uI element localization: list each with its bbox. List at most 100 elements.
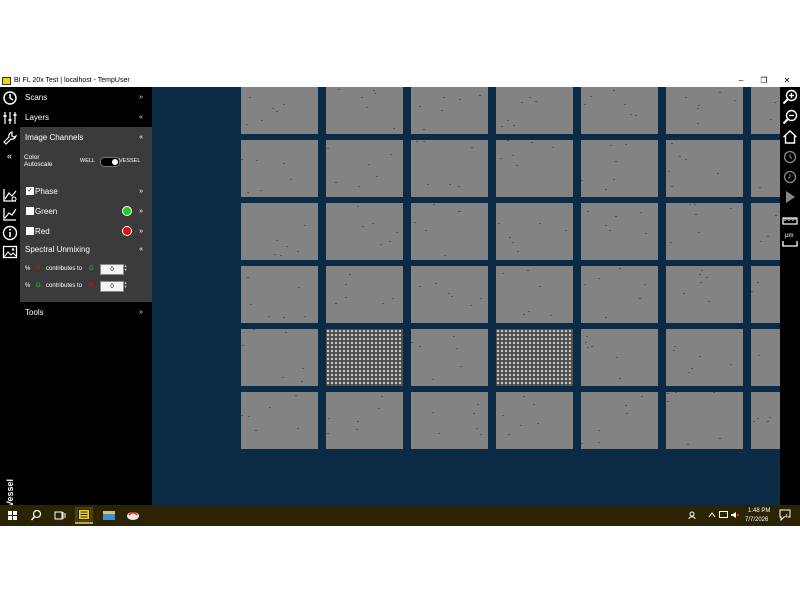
green-checkbox[interactable] [26,207,34,215]
info-icon[interactable] [2,225,18,241]
image-channels-header[interactable]: Image Channels « [20,127,152,147]
unmix-row-r-to-g: % R contributes to G 0 ▲ ▼ [20,263,152,275]
history-back-icon[interactable] [782,169,798,185]
graph-edit-icon[interactable] [2,206,18,222]
well-image-tile[interactable] [751,392,780,449]
well-image-tile[interactable] [751,140,780,197]
well-image-tile[interactable] [581,140,658,197]
well-image-tile[interactable] [666,140,743,197]
well-image-tile[interactable] [496,266,573,323]
notification-center-button[interactable]: 4 [779,509,791,522]
well-image-tile[interactable] [496,87,573,134]
chevron-down-icon[interactable]: » [139,228,143,235]
well-image-tile[interactable] [581,87,658,134]
well-image-tile[interactable] [496,392,573,449]
history-forward-icon[interactable] [782,149,798,165]
wrench-icon[interactable] [2,130,18,146]
clock-time[interactable]: 1:48 PM [748,508,770,514]
well-image-tile[interactable] [666,266,743,323]
image-icon[interactable] [2,244,18,260]
well-image-tile[interactable] [326,392,403,449]
layers-sliders-icon[interactable] [2,110,18,126]
well-image-tile[interactable] [496,329,573,386]
play-icon[interactable] [782,189,798,205]
contributes-label: contributes to [46,266,83,272]
vessel-image-viewer[interactable] [152,87,780,505]
minimize-button[interactable]: – [730,74,752,87]
contributes-label: contributes to [46,283,83,289]
well-image-tile[interactable] [411,203,488,260]
zoom-out-icon[interactable] [782,109,798,125]
well-image-tile[interactable] [666,87,743,134]
well-image-tile[interactable] [241,87,318,134]
well-image-tile[interactable] [666,392,743,449]
well-image-tile[interactable] [411,140,488,197]
well-image-tile[interactable] [411,392,488,449]
taskbar-app-active[interactable] [75,507,93,524]
well-image-tile[interactable] [411,87,488,134]
well-image-tile[interactable] [326,140,403,197]
well-image-tile[interactable] [751,87,780,134]
unmix-value-input[interactable]: 0 [100,264,124,275]
stepper-icon[interactable]: ▲ ▼ [123,281,128,290]
notification-count: 4 [785,514,788,520]
sidebar-item-layers[interactable]: Layers « [20,107,152,127]
vessel-label[interactable]: Vessel [2,467,18,507]
well-image-tile[interactable] [666,203,743,260]
chevron-down-icon[interactable]: » [139,208,143,215]
well-image-tile[interactable] [326,203,403,260]
sidebar-item-scans[interactable]: Scans » [20,87,152,107]
well-image-tile[interactable] [241,329,318,386]
app-window-icon [78,509,90,520]
phase-checkbox[interactable]: ✓ [26,187,34,195]
well-image-tile[interactable] [241,140,318,197]
stepper-icon[interactable]: ▲ ▼ [123,264,128,273]
well-image-tile[interactable] [411,266,488,323]
clock-date[interactable]: 7/7/2026 [745,517,768,523]
app-logo-icon[interactable] [124,507,142,524]
well-image-tile[interactable] [581,392,658,449]
network-icon[interactable] [719,511,728,519]
green-color-swatch[interactable] [122,206,132,216]
well-image-tile[interactable] [326,87,403,134]
well-image-tile[interactable] [496,140,573,197]
red-checkbox[interactable] [26,227,34,235]
file-explorer-icon[interactable] [100,507,118,524]
graph-settings-icon[interactable] [2,187,18,203]
autoscale-toggle[interactable] [100,157,120,167]
home-icon[interactable] [782,129,798,145]
collapse-panel-button[interactable]: « [7,151,12,161]
well-image-tile[interactable] [496,203,573,260]
well-image-tile[interactable] [411,329,488,386]
unmix-value-input[interactable]: 0 [100,281,124,292]
well-image-tile[interactable] [581,266,658,323]
well-image-tile[interactable] [581,203,658,260]
windows-start-icon[interactable] [3,507,21,524]
well-image-tile[interactable] [241,266,318,323]
zoom-in-icon[interactable] [782,89,798,105]
chevron-up-icon[interactable] [708,512,716,518]
chevron-down-icon[interactable]: » [139,188,143,195]
target-channel: R [89,283,94,289]
well-image-tile[interactable] [241,392,318,449]
well-image-tile[interactable] [751,266,780,323]
well-image-tile[interactable] [751,329,780,386]
well-image-tile[interactable] [241,203,318,260]
well-image-tile[interactable] [666,329,743,386]
well-image-tile[interactable] [751,203,780,260]
scale-bar-toggle[interactable]: µm [782,233,798,249]
close-button[interactable]: ✕ [776,74,798,87]
ruler-icon[interactable] [782,213,798,229]
search-icon[interactable] [27,507,45,524]
clock-icon[interactable] [2,90,18,106]
task-view-icon[interactable] [51,507,69,524]
well-image-tile[interactable] [326,329,403,386]
well-image-tile[interactable] [326,266,403,323]
sidebar-item-tools[interactable]: Tools » [20,302,152,322]
red-color-swatch[interactable] [122,226,132,236]
people-icon[interactable] [688,511,697,520]
maximize-button[interactable]: ❐ [753,74,775,87]
well-image-tile[interactable] [581,329,658,386]
volume-muted-icon[interactable] [730,511,740,519]
spectral-unmixing-header[interactable]: Spectral Unmixing « [20,241,152,257]
